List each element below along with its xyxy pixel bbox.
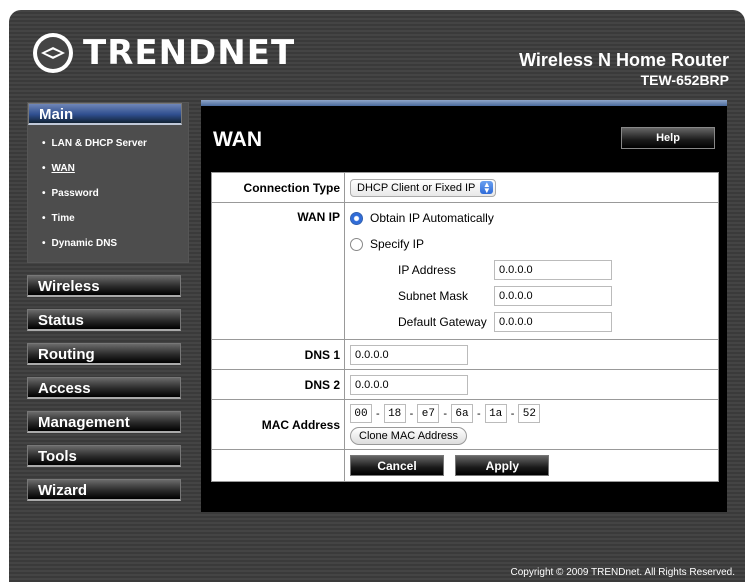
select-arrows-icon: ▲ ▼: [480, 181, 494, 195]
bullet-icon: •: [42, 213, 46, 224]
mac-octet-3[interactable]: [417, 404, 440, 423]
subnet-mask-label: Subnet Mask: [398, 289, 469, 303]
connection-type-select[interactable]: DHCP Client or Fixed IP ▲ ▼: [350, 178, 497, 197]
menu-main-group: Main • LAN & DHCP Server • WAN • Password •…: [27, 102, 189, 263]
product-header: Wireless N Home Router TEW-652BRP: [519, 50, 729, 88]
ip-address-input[interactable]: [494, 260, 612, 280]
submenu-item-lan-dhcp[interactable]: • LAN & DHCP Server: [28, 131, 188, 156]
page-title: WAN: [213, 128, 262, 151]
wan-ip-label: WAN IP: [211, 202, 345, 340]
mac-octet-4[interactable]: [451, 404, 474, 423]
brand-logo: TRENDNET: [31, 28, 295, 78]
content-panel: WAN Help Connection Type DHCP Client or …: [201, 100, 727, 512]
dns2-input[interactable]: [350, 374, 468, 395]
panel-top-bar: [201, 100, 727, 106]
submenu-item-password[interactable]: • Password: [28, 181, 188, 206]
wan-settings-table: Connection Type DHCP Client or Fixed IP …: [211, 172, 719, 482]
help-button[interactable]: Help: [621, 127, 715, 149]
mac-octet-6[interactable]: [518, 404, 541, 423]
main-submenu: • LAN & DHCP Server • WAN • Password • Time …: [28, 131, 188, 256]
sidebar: Main • LAN & DHCP Server • WAN • Password •…: [27, 102, 189, 501]
wan-form: Connection Type DHCP Client or Fixed IP …: [211, 172, 719, 482]
menu-wireless[interactable]: Wireless: [27, 275, 181, 297]
gateway-input[interactable]: [494, 312, 612, 332]
ip-address-label: IP Address: [398, 263, 456, 277]
submenu-item-time[interactable]: • Time: [28, 206, 188, 231]
menu-access[interactable]: Access: [27, 377, 181, 399]
menu-status[interactable]: Status: [27, 309, 181, 331]
radio-obtain-ip[interactable]: Obtain IP Automatically: [350, 205, 718, 231]
bullet-icon: •: [42, 238, 46, 249]
menu-main[interactable]: Main: [28, 103, 182, 125]
ip-address-row: IP Address: [350, 257, 718, 283]
product-name: Wireless N Home Router: [519, 50, 729, 70]
subnet-mask-input[interactable]: [494, 286, 612, 306]
dns2-label: DNS 2: [211, 369, 345, 400]
mac-octet-1[interactable]: [350, 404, 372, 423]
dns1-label: DNS 1: [211, 339, 345, 370]
menu-wizard[interactable]: Wizard: [27, 479, 181, 501]
mac-address-fields: - - - - -: [350, 404, 718, 423]
menu-routing[interactable]: Routing: [27, 343, 181, 365]
submenu-item-dynamic-dns[interactable]: • Dynamic DNS: [28, 231, 188, 256]
apply-button[interactable]: Apply: [455, 455, 550, 476]
radio-specify-ip[interactable]: Specify IP: [350, 231, 718, 257]
menu-tools[interactable]: Tools: [27, 445, 181, 467]
submenu-item-wan[interactable]: • WAN: [28, 156, 188, 181]
bullet-icon: •: [42, 188, 46, 199]
dns1-input[interactable]: [350, 344, 468, 365]
router-frame: TRENDNET Wireless N Home Router TEW-652B…: [9, 10, 745, 582]
mac-octet-5[interactable]: [484, 404, 507, 423]
bullet-icon: •: [42, 163, 46, 174]
bullet-icon: •: [42, 138, 46, 149]
mac-octet-2[interactable]: [383, 404, 406, 423]
radio-unchecked-icon[interactable]: [350, 237, 363, 251]
copyright-text: Copyright © 2009 TRENDnet. All Rights Re…: [510, 567, 735, 578]
trendnet-logo-icon: [33, 33, 73, 73]
gateway-row: Default Gateway: [350, 309, 718, 335]
cancel-button[interactable]: Cancel: [350, 455, 444, 476]
radio-checked-icon[interactable]: [350, 211, 363, 225]
clone-mac-button[interactable]: Clone MAC Address: [350, 427, 468, 445]
mac-address-label: MAC Address: [211, 399, 345, 450]
menu-management[interactable]: Management: [27, 411, 181, 433]
connection-type-label: Connection Type: [211, 172, 345, 203]
product-model: TEW-652BRP: [640, 72, 729, 88]
brand-name: TRENDNET: [83, 33, 296, 73]
gateway-label: Default Gateway: [398, 315, 487, 329]
subnet-mask-row: Subnet Mask: [350, 283, 718, 309]
